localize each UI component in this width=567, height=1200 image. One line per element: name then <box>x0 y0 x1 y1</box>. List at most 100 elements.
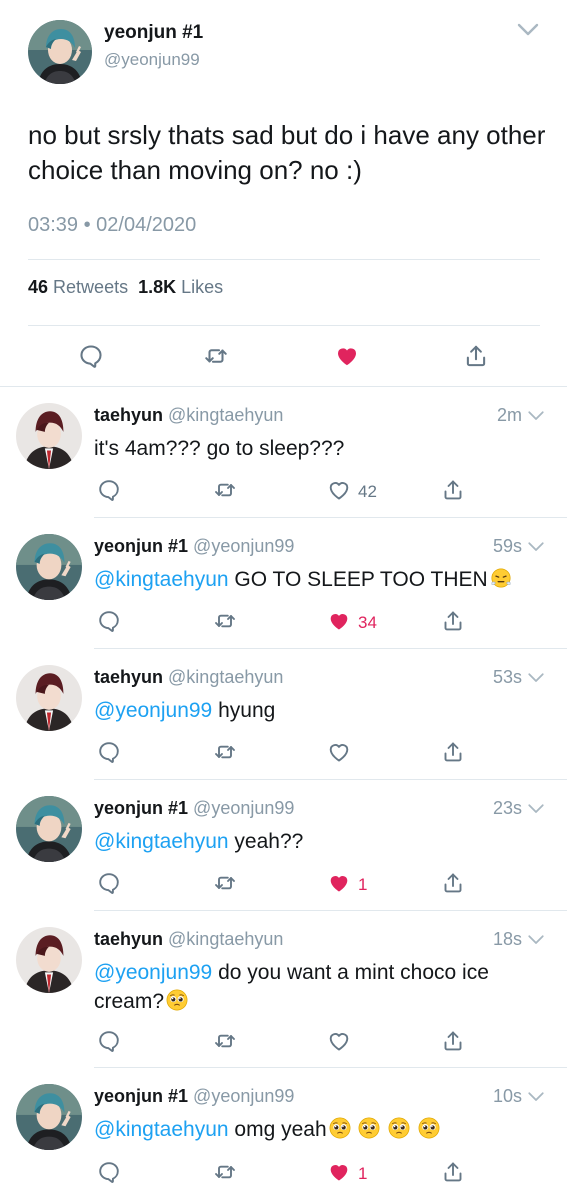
retweet-stat[interactable]: 46 Retweets <box>28 277 128 297</box>
reply-handle[interactable]: @kingtaehyun <box>168 929 283 949</box>
reply-handle[interactable]: @yeonjun99 <box>193 1086 294 1106</box>
retweet-icon[interactable] <box>213 1029 237 1053</box>
reply-time: 53s <box>492 667 522 687</box>
reply-tweet[interactable]: taehyun @kingtaehyun 18s @yeonjun99 do y… <box>0 911 567 1068</box>
retweet-icon[interactable] <box>213 740 237 764</box>
reply-display-name[interactable]: taehyun <box>94 405 163 425</box>
share-icon[interactable] <box>441 871 465 895</box>
chevron-down-icon[interactable] <box>527 410 545 422</box>
reply-icon[interactable] <box>97 1160 121 1184</box>
reply-icon[interactable] <box>97 740 121 764</box>
divider <box>28 259 540 260</box>
like-count: 42 <box>358 482 377 501</box>
author-handle[interactable]: @yeonjun99 <box>104 50 200 70</box>
reply-icon[interactable] <box>97 478 121 502</box>
engagement-stats: 46 Retweets 1.8K Likes <box>28 277 223 298</box>
reply-handle[interactable]: @kingtaehyun <box>168 667 283 687</box>
reply-icon[interactable] <box>97 1029 121 1053</box>
reply-header: yeonjun #1 @yeonjun99 <box>94 536 294 557</box>
reply-text-content: GO TO SLEEP TOO THEN <box>228 568 488 591</box>
share-icon[interactable] <box>441 740 465 764</box>
retweet-icon[interactable] <box>213 478 237 502</box>
share-icon[interactable] <box>441 1160 465 1184</box>
reply-text: @yeonjun99 hyung <box>94 696 544 725</box>
chevron-down-icon[interactable] <box>527 541 545 553</box>
pleading-face-emoji <box>329 1117 351 1139</box>
author-display-name[interactable]: yeonjun #1 <box>104 22 203 44</box>
avatar[interactable] <box>16 534 82 600</box>
heart-icon[interactable] <box>327 1029 351 1053</box>
heart-icon[interactable] <box>327 1160 351 1184</box>
reply-header: yeonjun #1 @yeonjun99 <box>94 1086 294 1107</box>
mention-link[interactable]: @yeonjun99 <box>94 699 212 722</box>
reply-tweet[interactable]: taehyun @kingtaehyun 53s @yeonjun99 hyun… <box>0 649 567 780</box>
reply-display-name[interactable]: taehyun <box>94 667 163 687</box>
chevron-down-icon[interactable] <box>527 934 545 946</box>
mention-link[interactable]: @yeonjun99 <box>94 961 212 984</box>
chevron-down-icon[interactable] <box>516 20 540 40</box>
likes-label: Likes <box>181 277 224 297</box>
reply-tweet[interactable]: yeonjun #1 @yeonjun99 59s @kingtaehyun G… <box>0 518 567 649</box>
share-icon[interactable] <box>441 609 465 633</box>
avatar[interactable] <box>16 927 82 993</box>
reply-icon[interactable] <box>78 343 104 369</box>
pleading-face-emoji <box>388 1117 410 1139</box>
avatar[interactable] <box>28 20 92 84</box>
main-tweet: yeonjun #1 @yeonjun99 no but srsly thats… <box>0 0 567 387</box>
avatar[interactable] <box>16 403 82 469</box>
reply-time: 18s <box>492 929 522 949</box>
like-count: 34 <box>358 613 377 632</box>
reply-handle[interactable]: @kingtaehyun <box>168 405 283 425</box>
heart-icon[interactable] <box>334 343 360 369</box>
retweet-icon[interactable] <box>213 871 237 895</box>
reply-header: taehyun @kingtaehyun <box>94 667 283 688</box>
reply-handle[interactable]: @yeonjun99 <box>193 798 294 818</box>
reply-time: 2m <box>496 405 522 425</box>
reply-header: yeonjun #1 @yeonjun99 <box>94 798 294 819</box>
avatar[interactable] <box>16 1084 82 1150</box>
reply-header: taehyun @kingtaehyun <box>94 405 283 426</box>
share-icon[interactable] <box>441 478 465 502</box>
reply-text: @kingtaehyun omg yeah <box>94 1115 544 1144</box>
reply-text-content: yeah?? <box>228 830 304 853</box>
heart-icon[interactable] <box>327 740 351 764</box>
reply-tweet[interactable]: yeonjun #1 @yeonjun99 10s @kingtaehyun o… <box>0 1068 567 1200</box>
retweet-icon[interactable] <box>213 1160 237 1184</box>
retweet-icon[interactable] <box>213 609 237 633</box>
reply-tweet[interactable]: taehyun @kingtaehyun 2m it's 4am??? go t… <box>0 387 567 518</box>
reply-text-content: hyung <box>212 699 276 722</box>
mention-link[interactable]: @kingtaehyun <box>94 568 229 591</box>
pleading-face-emoji <box>166 989 188 1011</box>
share-icon[interactable] <box>441 1029 465 1053</box>
tweet-text: no but srsly thats sad but do i have any… <box>28 120 546 185</box>
like-count: 1 <box>358 875 368 894</box>
likes-count: 1.8K <box>138 277 177 297</box>
reply-display-name[interactable]: yeonjun #1 <box>94 536 188 556</box>
reply-display-name[interactable]: taehyun <box>94 929 163 949</box>
reply-time: 59s <box>492 536 522 556</box>
heart-icon[interactable] <box>327 478 351 502</box>
reply-icon[interactable] <box>97 871 121 895</box>
reply-display-name[interactable]: yeonjun #1 <box>94 798 188 818</box>
share-icon[interactable] <box>463 343 489 369</box>
avatar[interactable] <box>16 665 82 731</box>
mention-link[interactable]: @kingtaehyun <box>94 1118 229 1141</box>
avatar-yeonjun-image <box>28 20 92 84</box>
chevron-down-icon[interactable] <box>527 1091 545 1103</box>
heart-icon[interactable] <box>327 871 351 895</box>
retweets-count: 46 <box>28 277 49 297</box>
reply-handle[interactable]: @yeonjun99 <box>193 536 294 556</box>
reply-tweet[interactable]: yeonjun #1 @yeonjun99 23s @kingtaehyun y… <box>0 780 567 911</box>
reply-icon[interactable] <box>97 609 121 633</box>
avatar[interactable] <box>16 796 82 862</box>
likes-stat[interactable]: 1.8K Likes <box>138 277 223 297</box>
reply-time: 23s <box>492 798 522 818</box>
chevron-down-icon[interactable] <box>527 803 545 815</box>
retweet-icon[interactable] <box>203 343 229 369</box>
mention-link[interactable]: @kingtaehyun <box>94 830 229 853</box>
divider <box>28 325 540 326</box>
reply-display-name[interactable]: yeonjun #1 <box>94 1086 188 1106</box>
pleading-face-emoji <box>358 1117 380 1139</box>
heart-icon[interactable] <box>327 609 351 633</box>
chevron-down-icon[interactable] <box>527 672 545 684</box>
